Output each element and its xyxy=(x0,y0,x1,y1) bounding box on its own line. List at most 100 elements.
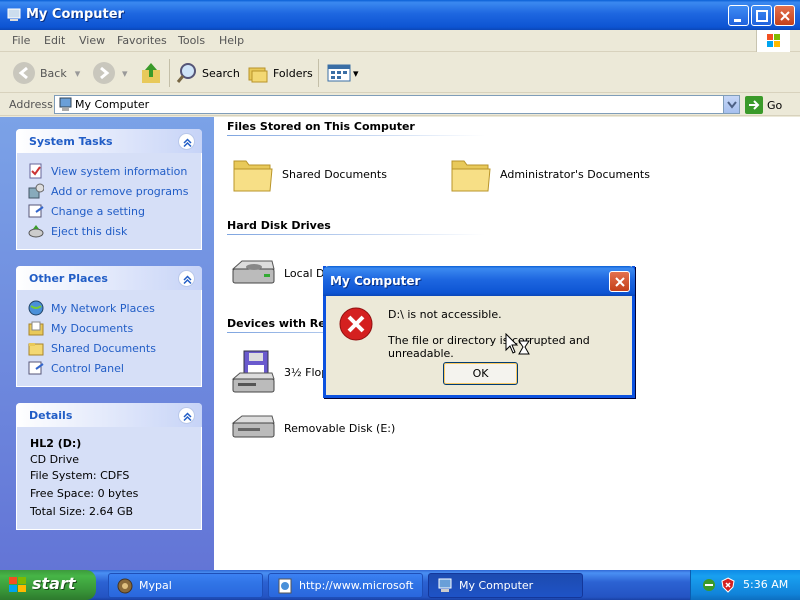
task-label: Eject this disk xyxy=(51,224,128,238)
menu-edit[interactable]: Edit xyxy=(44,34,65,47)
security-shield-icon[interactable] xyxy=(720,577,736,593)
network-tray-icon[interactable] xyxy=(701,577,717,593)
folders-button[interactable]: Folders xyxy=(247,61,313,85)
dialog-title-bar[interactable]: My Computer xyxy=(323,266,635,296)
place-label: Control Panel xyxy=(51,361,124,375)
busy-cursor-icon xyxy=(505,333,530,355)
computer-icon xyxy=(7,8,21,21)
add-remove-programs-link[interactable]: Add or remove programs xyxy=(17,181,201,201)
group-divider xyxy=(227,234,485,235)
menu-help[interactable]: Help xyxy=(219,34,244,47)
task-label: View system information xyxy=(51,164,188,178)
task-label: http://www.microsoft.... xyxy=(299,579,414,592)
my-documents-link[interactable]: My Documents xyxy=(17,318,201,338)
group-title-files: Files Stored on This Computer xyxy=(227,120,415,133)
computer-icon xyxy=(59,97,72,111)
view-system-info-link[interactable]: View system information xyxy=(17,161,201,181)
toolbar-separator xyxy=(169,59,170,87)
other-places-header[interactable]: Other Places xyxy=(16,266,202,290)
change-setting-link[interactable]: Change a setting xyxy=(17,201,201,221)
forward-button[interactable]: ▾ xyxy=(92,61,128,85)
hard-disk-icon xyxy=(231,260,275,284)
system-tasks-header[interactable]: System Tasks xyxy=(16,129,202,153)
details-header[interactable]: Details xyxy=(16,403,202,427)
back-button[interactable]: Back ▾ xyxy=(12,61,80,85)
windows-flag-icon xyxy=(9,577,26,592)
place-label: My Network Places xyxy=(51,301,155,315)
window-title: My Computer xyxy=(26,7,124,22)
details-title: Details xyxy=(29,409,73,422)
collapse-icon[interactable] xyxy=(178,270,195,287)
floppy-drive-icon xyxy=(231,350,275,393)
title-bar[interactable]: My Computer xyxy=(0,0,800,30)
toolbar: Back ▾ ▾ Search Folders ▾ xyxy=(0,53,800,93)
menu-favorites[interactable]: Favorites xyxy=(117,34,167,47)
back-dropdown-icon[interactable]: ▾ xyxy=(75,67,81,80)
browser-icon xyxy=(117,578,133,594)
dialog-close-button[interactable] xyxy=(609,271,630,292)
removable-disk-drive[interactable]: Removable Disk (E:) xyxy=(230,413,395,443)
start-button[interactable]: start xyxy=(0,570,96,600)
views-button[interactable]: ▾ xyxy=(327,61,359,85)
item-label: Administrator's Documents xyxy=(500,167,650,181)
windows-logo xyxy=(756,30,790,52)
administrators-documents-folder[interactable]: Administrator's Documents xyxy=(450,155,650,193)
collapse-icon[interactable] xyxy=(178,133,195,150)
place-label: Shared Documents xyxy=(51,341,156,355)
menu-tools[interactable]: Tools xyxy=(178,34,205,47)
up-button[interactable] xyxy=(140,61,162,85)
menu-file[interactable]: File xyxy=(12,34,30,47)
details-filesystem: File System: CDFS xyxy=(30,469,130,482)
minimize-button[interactable] xyxy=(728,5,749,26)
dialog-title: My Computer xyxy=(330,274,421,288)
address-label: Address xyxy=(9,98,53,111)
ok-button[interactable]: OK xyxy=(443,362,518,385)
close-button[interactable] xyxy=(774,5,795,26)
maximize-button[interactable] xyxy=(751,5,772,26)
taskbar-button-my-computer[interactable]: My Computer xyxy=(428,573,583,598)
computer-icon xyxy=(438,578,452,592)
control-panel-link[interactable]: Control Panel xyxy=(17,358,201,378)
forward-arrow-icon xyxy=(93,62,115,84)
address-input[interactable]: My Computer xyxy=(54,95,740,114)
address-value: My Computer xyxy=(75,98,150,111)
minimize-icon xyxy=(734,19,741,22)
shared-documents-folder[interactable]: Shared Documents xyxy=(232,155,387,193)
close-icon xyxy=(615,277,625,287)
details-drive-type: CD Drive xyxy=(30,453,79,466)
system-info-icon xyxy=(29,163,42,179)
taskbar-button-browser[interactable]: http://www.microsoft.... xyxy=(268,573,423,598)
search-button[interactable]: Search xyxy=(176,61,240,85)
error-dialog: My Computer D:\ is not accessible. The f… xyxy=(323,266,635,398)
clock[interactable]: 5:36 AM xyxy=(743,578,788,591)
other-places-panel: Other Places My Network Places My Docume… xyxy=(16,266,202,387)
system-tasks-panel: System Tasks View system information Add… xyxy=(16,129,202,250)
group-divider xyxy=(227,135,485,136)
removable-disk-icon xyxy=(231,415,275,438)
task-pane: System Tasks View system information Add… xyxy=(0,117,214,570)
item-label: Shared Documents xyxy=(282,167,387,181)
folder-icon xyxy=(28,343,44,356)
collapse-icon[interactable] xyxy=(178,407,195,424)
shared-documents-link[interactable]: Shared Documents xyxy=(17,338,201,358)
task-label: Add or remove programs xyxy=(51,184,189,198)
details-panel: Details HL2 (D:) CD Drive File System: C… xyxy=(16,403,202,530)
error-icon xyxy=(339,307,373,341)
search-label: Search xyxy=(202,66,240,80)
place-label: My Documents xyxy=(51,321,134,335)
forward-dropdown-icon[interactable]: ▾ xyxy=(122,67,128,80)
eject-disk-link[interactable]: Eject this disk xyxy=(17,221,201,241)
back-label: Back xyxy=(40,66,67,80)
taskbar-button-mypal[interactable]: Mypal xyxy=(108,573,263,598)
task-label: Change a setting xyxy=(51,204,145,218)
go-button[interactable]: Go xyxy=(745,96,782,114)
my-network-places-link[interactable]: My Network Places xyxy=(17,298,201,318)
address-dropdown-button[interactable] xyxy=(723,96,739,113)
control-panel-icon xyxy=(28,361,44,375)
menu-view[interactable]: View xyxy=(79,34,105,47)
windows-flag-icon xyxy=(767,34,780,47)
close-icon xyxy=(780,11,790,21)
group-title-hard-disks: Hard Disk Drives xyxy=(227,219,331,232)
my-documents-icon xyxy=(28,321,44,336)
menu-bar: File Edit View Favorites Tools Help xyxy=(0,30,800,52)
